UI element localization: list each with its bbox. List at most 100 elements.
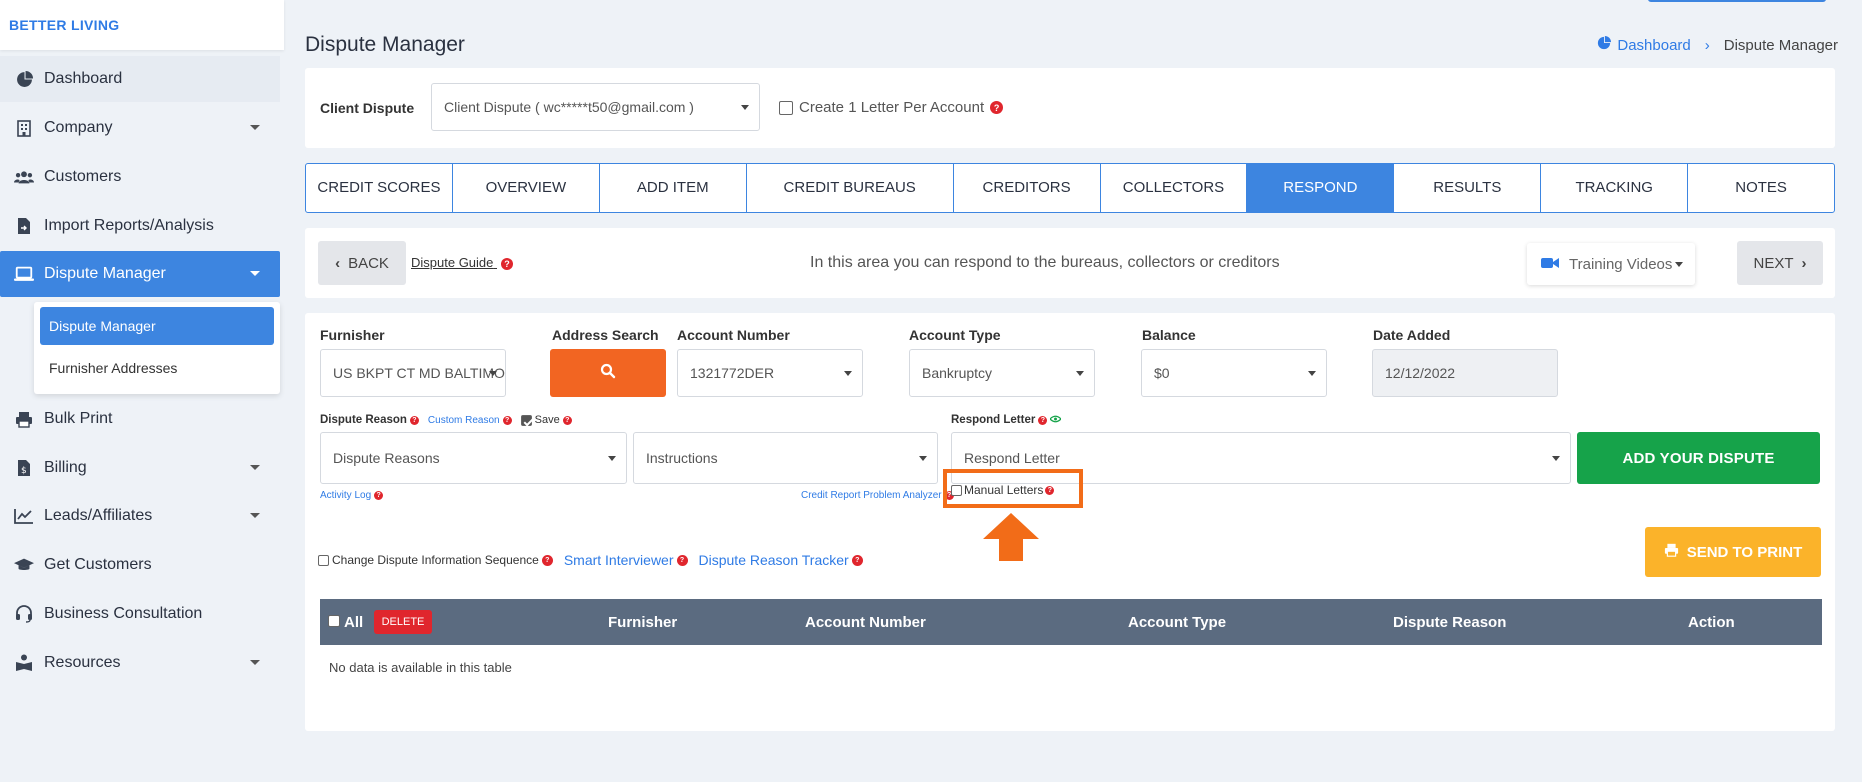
brand-logo-text[interactable]: BETTER LIVING — [9, 17, 119, 33]
address-search-button[interactable] — [550, 349, 666, 397]
search-icon — [600, 363, 616, 384]
sidebar-item-label: Dispute Manager — [44, 265, 166, 282]
create-letter-checkbox[interactable] — [779, 100, 793, 115]
building-icon — [14, 118, 34, 138]
next-button[interactable]: NEXT › — [1737, 241, 1823, 285]
chevron-right-icon: › — [1704, 36, 1710, 54]
balance-select[interactable]: $0 — [1141, 349, 1327, 397]
help-icon[interactable]: ? — [990, 101, 1004, 114]
chevron-down-icon — [250, 465, 260, 470]
manual-letters-checkbox[interactable] — [951, 484, 962, 496]
column-header-account-type[interactable]: Account Type — [1128, 614, 1226, 631]
dispute-reasons-value: Dispute Reasons — [333, 450, 440, 466]
sidebar-item-leads-affiliates[interactable]: Leads/Affiliates — [0, 493, 280, 539]
printer-icon — [1664, 543, 1679, 561]
help-icon[interactable]: ? — [501, 257, 514, 270]
training-videos-dropdown[interactable]: Training Videos — [1527, 243, 1695, 285]
activity-log-link[interactable]: Activity Log ? — [320, 490, 384, 501]
submenu-item-dispute-manager[interactable]: Dispute Manager — [40, 307, 274, 345]
help-icon[interactable]: ? — [374, 491, 384, 500]
send-to-print-button[interactable]: SEND TO PRINT — [1645, 527, 1821, 577]
dispute-guide-link[interactable]: Dispute Guide ? — [411, 255, 514, 270]
tab-credit-scores[interactable]: CREDIT SCORES — [306, 164, 453, 212]
chevron-down-icon — [250, 125, 260, 130]
column-header-dispute-reason[interactable]: Dispute Reason — [1393, 614, 1506, 631]
respond-form-card: Furnisher US BKPT CT MD BALTIMOR Address… — [305, 313, 1835, 731]
chevron-down-icon — [844, 371, 852, 376]
account-type-label: Account Type — [909, 327, 1001, 343]
dispute-reasons-select[interactable]: Dispute Reasons — [320, 432, 627, 484]
column-header-account-number[interactable]: Account Number — [805, 614, 926, 631]
sidebar-item-import-reports[interactable]: Import Reports/Analysis — [0, 203, 280, 249]
chevron-down-icon — [1675, 262, 1683, 267]
back-button[interactable]: ‹ BACK — [318, 241, 406, 285]
furnisher-value: US BKPT CT MD BALTIMOR — [333, 365, 506, 381]
select-all-checkbox[interactable] — [328, 615, 340, 627]
sidebar-item-resources[interactable]: Resources — [0, 640, 280, 686]
account-number-label: Account Number — [677, 327, 790, 343]
send-to-print-label: SEND TO PRINT — [1686, 543, 1803, 561]
instructions-select[interactable]: Instructions — [633, 432, 938, 484]
tab-results[interactable]: RESULTS — [1394, 164, 1542, 212]
chevron-down-icon — [1076, 371, 1084, 376]
respond-letter-label: Respond Letter — [951, 414, 1036, 426]
chevron-down-icon — [250, 271, 260, 276]
account-number-value: 1321772DER — [690, 365, 775, 381]
sidebar-item-get-customers[interactable]: Get Customers — [0, 542, 280, 588]
help-icon[interactable]: ? — [409, 415, 419, 425]
save-checkbox[interactable] — [520, 414, 532, 426]
tab-tracking[interactable]: TRACKING — [1541, 164, 1689, 212]
help-icon[interactable]: ? — [851, 554, 863, 566]
dispute-reason-tracker-link[interactable]: Dispute Reason Tracker — [699, 552, 849, 568]
sidebar-item-business-consultation[interactable]: Business Consultation — [0, 591, 280, 637]
tab-collectors[interactable]: COLLECTORS — [1101, 164, 1248, 212]
sidebar-item-label: Leads/Affiliates — [44, 507, 153, 524]
tab-creditors[interactable]: CREDITORS — [954, 164, 1101, 212]
tab-credit-bureaus[interactable]: CREDIT BUREAUS — [747, 164, 954, 212]
activity-log-label: Activity Log — [320, 490, 372, 501]
dispute-reason-label-group: Dispute Reason ? Custom Reason ? Save ? — [320, 414, 572, 426]
help-icon[interactable]: ? — [502, 415, 512, 425]
up-arrow-icon — [983, 513, 1039, 566]
eye-icon[interactable] — [1049, 414, 1063, 426]
sidebar: BETTER LIVING Dashboard Company Customer… — [0, 0, 284, 782]
sidebar-item-dispute-manager[interactable]: Dispute Manager — [0, 251, 280, 297]
credit-report-analyzer-link[interactable]: Credit Report Problem Analyzer ? — [801, 490, 954, 501]
account-type-select[interactable]: Bankruptcy — [909, 349, 1095, 397]
help-icon[interactable]: ? — [1045, 485, 1055, 495]
help-icon[interactable]: ? — [676, 554, 688, 566]
help-icon[interactable]: ? — [562, 415, 572, 425]
column-header-furnisher[interactable]: Furnisher — [608, 614, 677, 631]
save-label: Save — [534, 414, 560, 426]
next-label: NEXT — [1753, 254, 1794, 272]
balance-value: $0 — [1154, 365, 1170, 381]
client-dispute-select[interactable]: Client Dispute ( wc*****t50@gmail.com ) — [431, 83, 760, 131]
add-dispute-button[interactable]: ADD YOUR DISPUTE — [1577, 432, 1820, 484]
breadcrumb-dashboard[interactable]: Dashboard — [1617, 37, 1690, 54]
top-right-button[interactable] — [1648, 0, 1826, 2]
tab-overview[interactable]: OVERVIEW — [453, 164, 600, 212]
delete-button[interactable]: DELETE — [374, 610, 432, 634]
smart-interviewer-link[interactable]: Smart Interviewer — [564, 552, 674, 568]
sidebar-item-billing[interactable]: $ Billing — [0, 445, 280, 491]
custom-reason-link[interactable]: Custom Reason — [428, 415, 500, 426]
sidebar-item-customers[interactable]: Customers — [0, 154, 280, 200]
account-number-select[interactable]: 1321772DER — [677, 349, 863, 397]
change-sequence-checkbox[interactable] — [318, 554, 329, 566]
empty-table-message: No data is available in this table — [329, 660, 512, 675]
tab-notes[interactable]: NOTES — [1688, 164, 1834, 212]
sidebar-item-company[interactable]: Company — [0, 105, 280, 151]
client-dispute-label: Client Dispute — [320, 100, 415, 116]
tab-add-item[interactable]: ADD ITEM — [600, 164, 747, 212]
tab-respond[interactable]: RESPOND — [1247, 164, 1395, 212]
help-icon[interactable]: ? — [1038, 415, 1048, 425]
help-icon[interactable]: ? — [541, 554, 553, 566]
submenu-item-furnisher-addresses[interactable]: Furnisher Addresses — [40, 349, 274, 387]
furnisher-select[interactable]: US BKPT CT MD BALTIMOR — [320, 349, 506, 397]
address-search-label: Address Search — [552, 327, 659, 343]
printer-icon — [14, 409, 34, 429]
sidebar-item-label: Get Customers — [44, 556, 152, 573]
sidebar-item-bulk-print[interactable]: Bulk Print — [0, 396, 280, 442]
manual-letters-option: Manual Letters ? — [951, 483, 1055, 497]
sidebar-item-dashboard[interactable]: Dashboard — [0, 56, 280, 102]
